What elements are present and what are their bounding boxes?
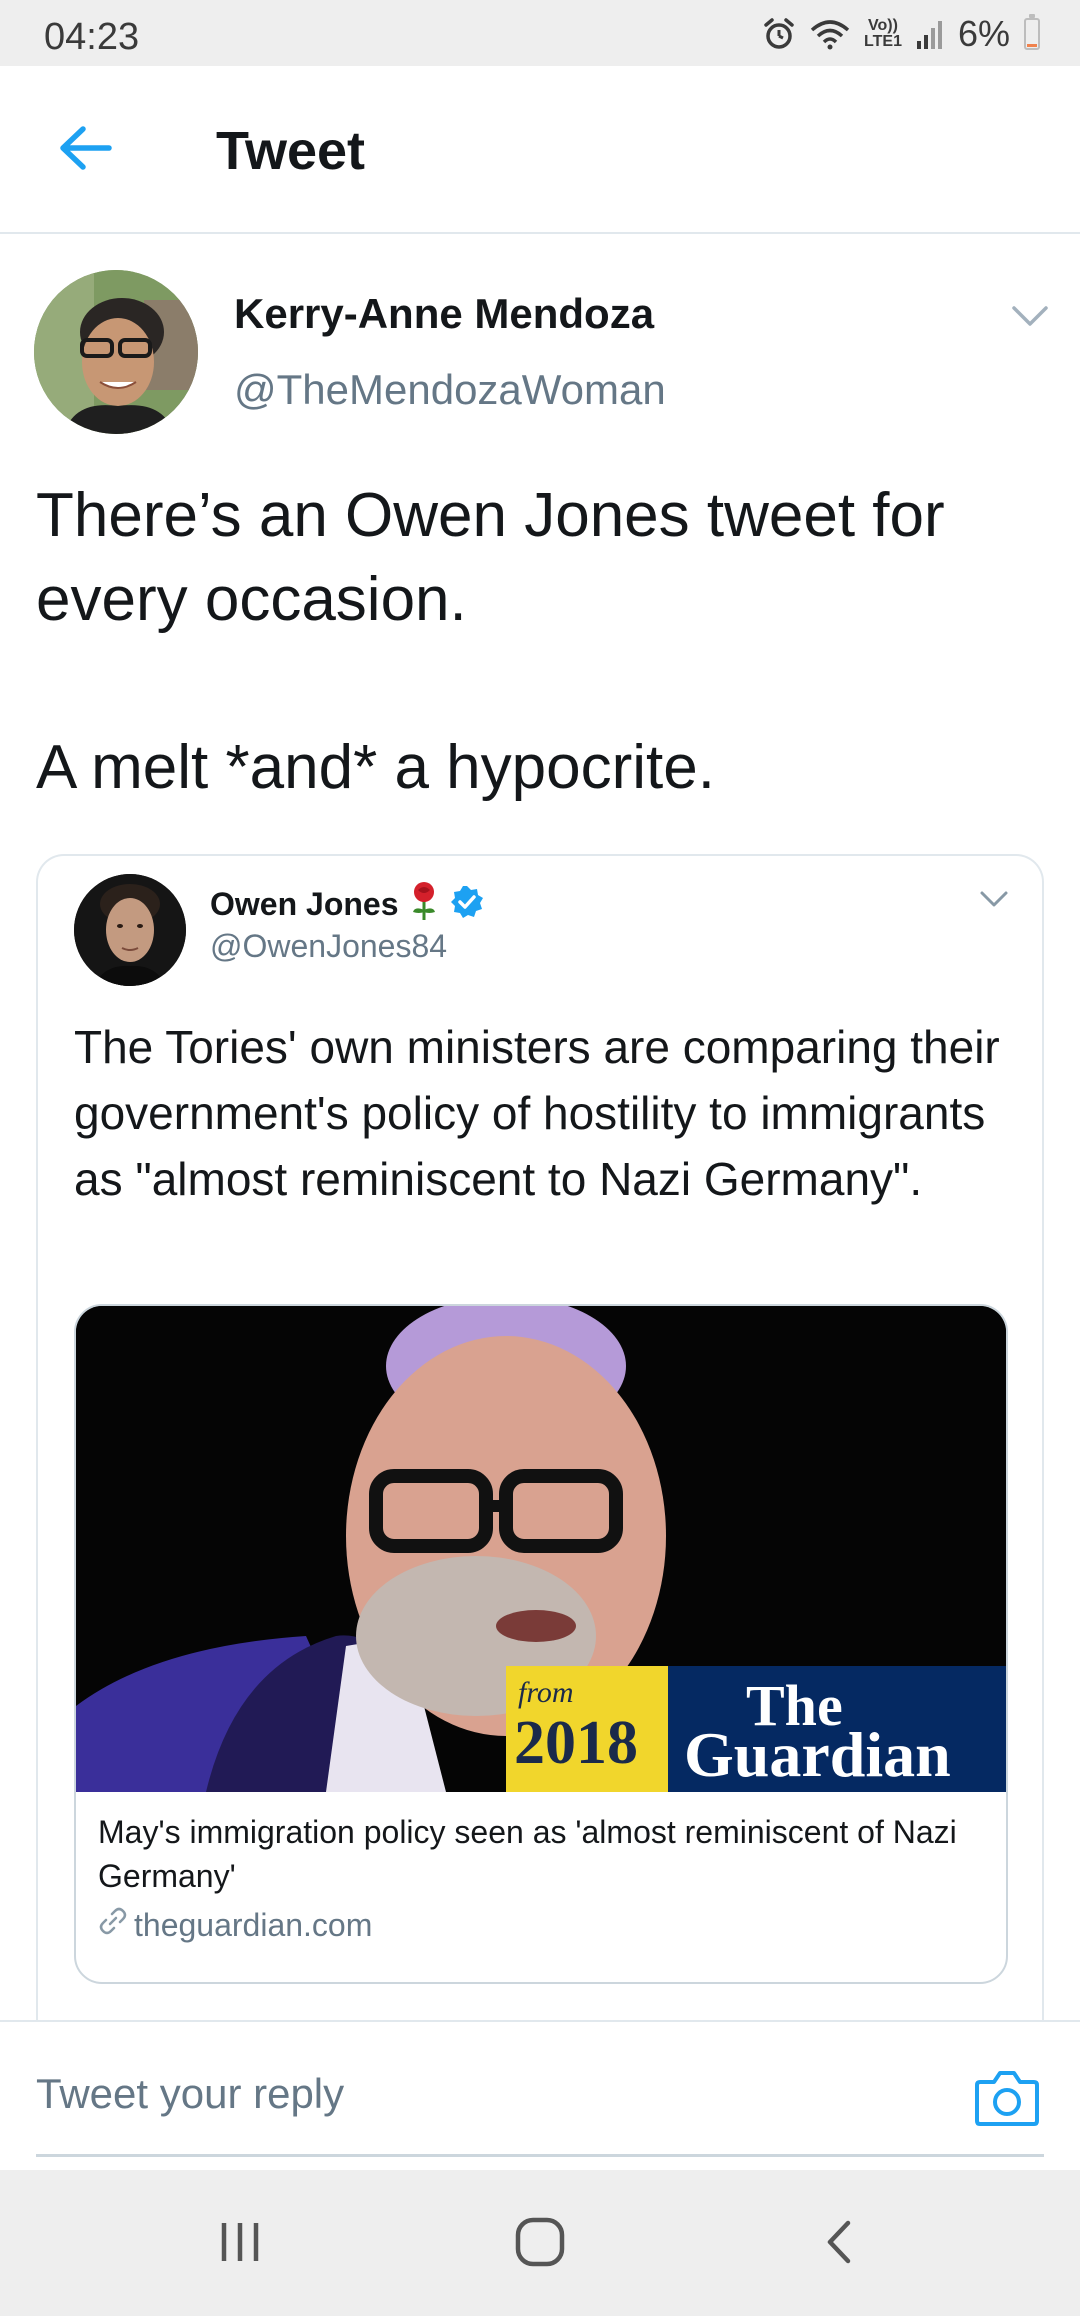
battery-fill xyxy=(1027,44,1037,47)
quoted-tweet-text: The Tories' own ministers are comparing … xyxy=(74,1021,1000,1205)
home-icon xyxy=(514,2216,566,2273)
guardian-logo: The Guardian xyxy=(668,1666,1006,1792)
system-back-button[interactable] xyxy=(800,2214,880,2274)
status-time: 04:23 xyxy=(44,16,140,58)
system-nav-bar xyxy=(0,2170,1080,2316)
author-handle[interactable]: @TheMendozaWoman xyxy=(234,366,666,414)
status-bar: 04:23 Vo)) LTE1 6% xyxy=(0,0,1080,66)
link-card-domain-row: theguardian.com xyxy=(98,1906,988,1944)
chevron-down-icon[interactable] xyxy=(1010,298,1050,332)
badge-from-label: from xyxy=(518,1676,574,1709)
lte-label-top: Vo)) xyxy=(868,17,898,34)
home-button[interactable] xyxy=(500,2214,580,2274)
wifi-icon xyxy=(810,18,850,50)
author-avatar[interactable] xyxy=(34,270,198,434)
battery-icon xyxy=(1024,14,1040,50)
battery-percent: 6% xyxy=(957,13,1010,54)
recents-icon xyxy=(215,2219,265,2270)
link-card-title: May's immigration policy seen as 'almost… xyxy=(98,1814,957,1894)
recents-button[interactable] xyxy=(200,2214,280,2274)
alarm-icon xyxy=(762,17,796,51)
link-card[interactable]: from 2018 The Guardian May's immigration… xyxy=(74,1304,1008,1984)
reply-input[interactable]: Tweet your reply xyxy=(36,2070,344,2118)
link-card-image: from 2018 The Guardian xyxy=(76,1306,1006,1792)
signal-icon xyxy=(916,19,944,49)
reply-bar: Tweet your reply xyxy=(0,2020,1080,2170)
badge-year: 2018 xyxy=(514,1709,638,1777)
quoted-author-avatar[interactable] xyxy=(74,874,186,986)
verified-badge-icon xyxy=(449,884,485,925)
link-card-text: May's immigration policy seen as 'almost… xyxy=(98,1810,988,1944)
back-button[interactable] xyxy=(50,120,120,180)
rose-icon xyxy=(409,882,439,927)
link-card-domain: theguardian.com xyxy=(134,1906,373,1943)
quoted-author-row: Owen Jones xyxy=(210,882,485,927)
volte-lte-icon: Vo)) LTE1 xyxy=(864,18,902,50)
lte-label-bottom: LTE1 xyxy=(864,33,902,50)
reply-underline xyxy=(36,2154,1044,2157)
status-icons: Vo)) LTE1 6% xyxy=(762,13,1040,54)
quoted-author-name[interactable]: Owen Jones xyxy=(210,886,399,923)
quoted-author-handle[interactable]: @OwenJones84 xyxy=(210,928,447,965)
back-chevron-icon xyxy=(820,2217,860,2272)
camera-icon[interactable] xyxy=(974,2066,1040,2128)
quoted-tweet[interactable]: Owen Jones @OwenJones84 The Tories' own … xyxy=(36,854,1044,2034)
link-icon xyxy=(98,1906,128,1944)
page-title: Tweet xyxy=(216,121,366,181)
author-name[interactable]: Kerry-Anne Mendoza xyxy=(234,290,654,338)
arrow-left-icon xyxy=(57,124,113,177)
year-badge: from 2018 xyxy=(506,1666,668,1792)
quoted-chevron-down-icon[interactable] xyxy=(978,886,1010,912)
top-app-bar: Tweet xyxy=(0,66,1080,234)
tweet-text: There’s an Owen Jones tweet for every oc… xyxy=(36,481,945,802)
guardian-logo-line2: Guardian xyxy=(684,1719,951,1790)
